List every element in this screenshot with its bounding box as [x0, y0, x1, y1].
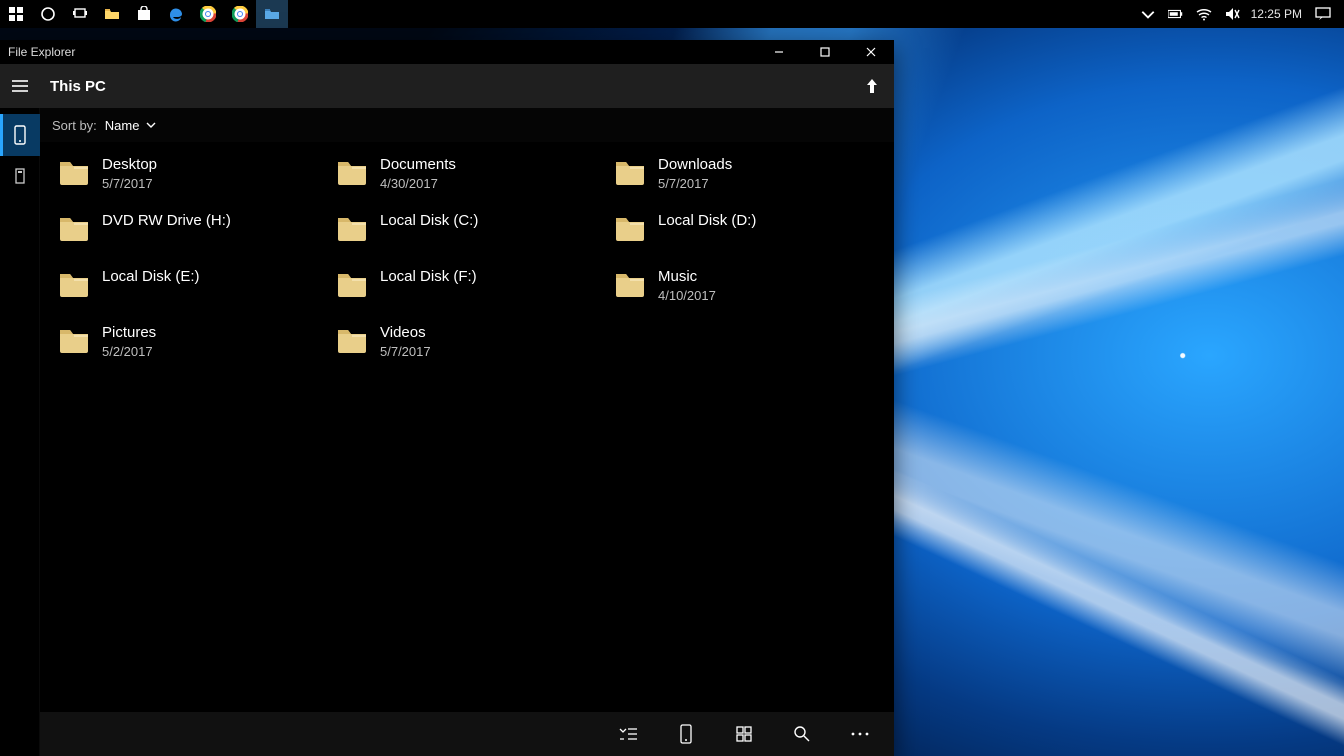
location-header: This PC	[0, 64, 894, 108]
folder-icon	[58, 270, 90, 298]
more-button[interactable]	[848, 722, 872, 746]
select-toggle-button[interactable]	[616, 722, 640, 746]
folder-icon	[614, 214, 646, 242]
folder-icon	[336, 158, 368, 186]
items-grid: Desktop 5/7/2017 Documents 4/30/2017 Downloa…	[40, 142, 894, 712]
item-date: 5/7/2017	[658, 176, 732, 191]
item-label: Downloads	[658, 156, 732, 174]
bottom-toolbar	[40, 712, 894, 756]
window-titlebar[interactable]: File Explorer	[0, 40, 894, 64]
item-label: Pictures	[102, 324, 156, 342]
folder-item[interactable]: Local Disk (F:)	[328, 262, 606, 312]
sidebar-item-devices[interactable]	[0, 156, 40, 198]
item-date: 5/7/2017	[102, 176, 157, 191]
sort-label: Sort by:	[52, 118, 97, 133]
folder-icon	[614, 270, 646, 298]
item-label: Music	[658, 268, 716, 286]
folder-icon	[58, 326, 90, 354]
item-label: Local Disk (D:)	[658, 212, 756, 230]
system-tray: 12:25 PM	[1129, 0, 1344, 28]
sort-bar[interactable]: Sort by: Name	[40, 108, 894, 142]
item-label: Desktop	[102, 156, 157, 174]
window-maximize-button[interactable]	[802, 40, 848, 64]
device-button[interactable]	[674, 722, 698, 746]
folder-item[interactable]: Music 4/10/2017	[606, 262, 884, 312]
folder-item[interactable]: Local Disk (E:)	[50, 262, 328, 312]
view-grid-button[interactable]	[732, 722, 756, 746]
folder-icon	[614, 158, 646, 186]
cortana-button[interactable]	[32, 0, 64, 28]
folder-icon	[336, 270, 368, 298]
window-minimize-button[interactable]	[756, 40, 802, 64]
taskbar-app-store[interactable]	[128, 0, 160, 28]
action-center-icon[interactable]	[1312, 0, 1334, 28]
folder-icon	[336, 326, 368, 354]
wifi-icon[interactable]	[1195, 0, 1213, 28]
taskbar-app-chrome-2[interactable]	[224, 0, 256, 28]
item-label: DVD RW Drive (H:)	[102, 212, 231, 230]
folder-item[interactable]: Documents 4/30/2017	[328, 150, 606, 200]
taskbar-clock[interactable]: 12:25 PM	[1251, 7, 1302, 21]
taskbar-app-file-explorer[interactable]	[96, 0, 128, 28]
folder-item[interactable]: Pictures 5/2/2017	[50, 318, 328, 368]
tray-expand-icon[interactable]	[1139, 0, 1157, 28]
volume-icon[interactable]	[1223, 0, 1241, 28]
folder-item[interactable]: Videos 5/7/2017	[328, 318, 606, 368]
item-label: Documents	[380, 156, 456, 174]
hamburger-menu-button[interactable]	[0, 64, 40, 108]
folder-icon	[58, 158, 90, 186]
sidebar-item-this-pc[interactable]	[0, 114, 40, 156]
folder-item[interactable]: Desktop 5/7/2017	[50, 150, 328, 200]
folder-item[interactable]: Local Disk (C:)	[328, 206, 606, 256]
folder-icon	[58, 214, 90, 242]
battery-icon[interactable]	[1167, 0, 1185, 28]
start-button[interactable]	[0, 0, 32, 28]
file-explorer-window: File Explorer This PC	[0, 40, 894, 756]
item-date: 5/2/2017	[102, 344, 156, 359]
item-label: Local Disk (F:)	[380, 268, 477, 286]
search-button[interactable]	[790, 722, 814, 746]
folder-icon	[336, 214, 368, 242]
window-close-button[interactable]	[848, 40, 894, 64]
chevron-down-icon	[145, 119, 157, 131]
folder-item[interactable]: Local Disk (D:)	[606, 206, 884, 256]
taskbar-app-chrome[interactable]	[192, 0, 224, 28]
navigate-up-button[interactable]	[850, 64, 894, 108]
item-label: Local Disk (C:)	[380, 212, 478, 230]
item-label: Local Disk (E:)	[102, 268, 200, 286]
nav-sidebar	[0, 108, 40, 756]
folder-item[interactable]: DVD RW Drive (H:)	[50, 206, 328, 256]
taskbar: 12:25 PM	[0, 0, 1344, 28]
item-label: Videos	[380, 324, 431, 342]
item-date: 5/7/2017	[380, 344, 431, 359]
sort-value: Name	[105, 118, 140, 133]
location-title: This PC	[40, 78, 106, 95]
item-date: 4/10/2017	[658, 288, 716, 303]
folder-item[interactable]: Downloads 5/7/2017	[606, 150, 884, 200]
taskbar-app-uwp-file-explorer[interactable]	[256, 0, 288, 28]
item-date: 4/30/2017	[380, 176, 456, 191]
task-view-button[interactable]	[64, 0, 96, 28]
taskbar-app-edge[interactable]	[160, 0, 192, 28]
window-title: File Explorer	[8, 45, 75, 59]
